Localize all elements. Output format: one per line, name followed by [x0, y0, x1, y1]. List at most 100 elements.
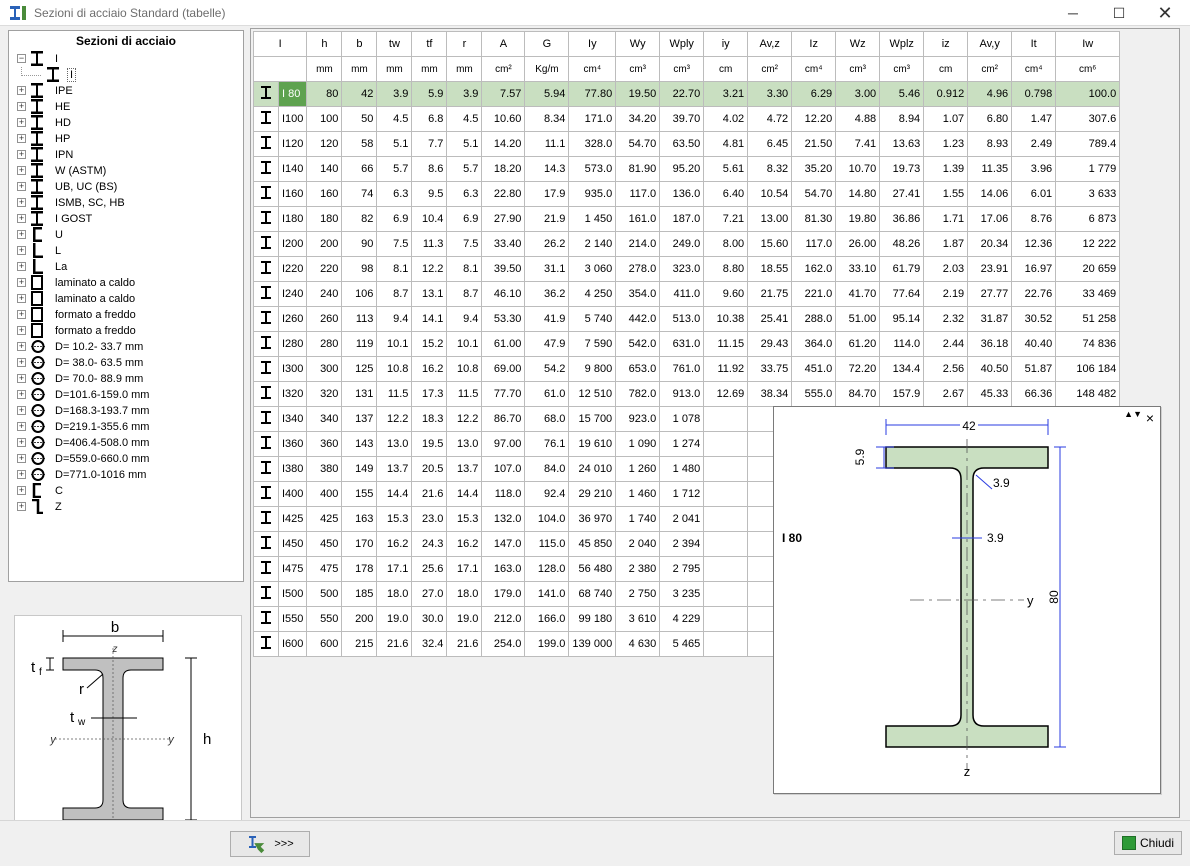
- tree-item[interactable]: + formato a freddo: [9, 323, 239, 339]
- section-name-cell[interactable]: I100: [277, 106, 308, 132]
- column-header[interactable]: iy: [703, 31, 749, 57]
- tree-item[interactable]: + IPN: [9, 147, 239, 163]
- tree-item[interactable]: + U: [9, 227, 239, 243]
- section-name-cell[interactable]: I500: [277, 581, 308, 607]
- column-header[interactable]: Iy: [568, 31, 617, 57]
- section-name-cell[interactable]: I300: [277, 356, 308, 382]
- tree-item[interactable]: + D=771.0-1016 mm: [9, 467, 239, 483]
- chiudi-button[interactable]: Chiudi: [1114, 831, 1182, 855]
- expand-icon[interactable]: +: [17, 422, 26, 431]
- tree-item[interactable]: + ISMB, SC, HB: [9, 195, 239, 211]
- column-header[interactable]: It: [1011, 31, 1057, 57]
- tree-item[interactable]: + L: [9, 243, 239, 259]
- column-header[interactable]: Iz: [791, 31, 837, 57]
- expand-icon[interactable]: +: [17, 118, 26, 127]
- tree-item[interactable]: + HP: [9, 131, 239, 147]
- insert-section-button[interactable]: >>>: [230, 831, 310, 857]
- expand-icon[interactable]: +: [17, 230, 26, 239]
- section-name-cell[interactable]: I425: [277, 506, 308, 532]
- table-row[interactable]: I220 220 98 8.1 12.2 8.1 39.50 31.1 3 060 278.0 32…: [253, 256, 1121, 282]
- section-name-cell[interactable]: I 80: [277, 81, 308, 107]
- section-name-cell[interactable]: I600: [277, 631, 308, 657]
- section-name-cell[interactable]: I200: [277, 231, 308, 257]
- expand-icon[interactable]: +: [17, 358, 26, 367]
- expand-icon[interactable]: +: [17, 182, 26, 191]
- tree-item[interactable]: + La: [9, 259, 239, 275]
- table-row[interactable]: I140 140 66 5.7 8.6 5.7 18.20 14.3 573.0 81.90 95.…: [253, 156, 1121, 182]
- expand-icon[interactable]: +: [17, 150, 26, 159]
- expand-icon[interactable]: +: [17, 342, 26, 351]
- column-header[interactable]: h: [306, 31, 343, 57]
- expand-icon[interactable]: +: [17, 438, 26, 447]
- tree-item[interactable]: + formato a freddo: [9, 307, 239, 323]
- expand-icon[interactable]: +: [17, 294, 26, 303]
- tree-item[interactable]: + D=406.4-508.0 mm: [9, 435, 239, 451]
- expand-icon[interactable]: +: [17, 214, 26, 223]
- expand-icon[interactable]: +: [17, 86, 26, 95]
- column-header[interactable]: A: [481, 31, 526, 57]
- table-row[interactable]: I320 320 131 11.5 17.3 11.5 77.70 61.0 12 510 782…: [253, 381, 1121, 407]
- section-name-cell[interactable]: I140: [277, 156, 308, 182]
- section-name-cell[interactable]: I340: [277, 406, 308, 432]
- table-row[interactable]: I160 160 74 6.3 9.5 6.3 22.80 17.9 935.0 117.0 136…: [253, 181, 1121, 207]
- tree-item[interactable]: + D=559.0-660.0 mm: [9, 451, 239, 467]
- expand-icon[interactable]: +: [17, 134, 26, 143]
- tree-item[interactable]: + D= 10.2- 33.7 mm: [9, 339, 239, 355]
- expand-icon[interactable]: +: [17, 374, 26, 383]
- column-header[interactable]: Av,y: [967, 31, 1013, 57]
- window-close-button[interactable]: ✕: [1142, 0, 1188, 26]
- expand-icon[interactable]: +: [17, 198, 26, 207]
- expand-icon[interactable]: +: [17, 102, 26, 111]
- tree-item[interactable]: + UB, UC (BS): [9, 179, 239, 195]
- section-name-cell[interactable]: I360: [277, 431, 308, 457]
- column-header[interactable]: tw: [376, 31, 413, 57]
- expand-icon[interactable]: +: [17, 470, 26, 479]
- column-header[interactable]: Wy: [615, 31, 661, 57]
- column-header[interactable]: b: [341, 31, 378, 57]
- table-row[interactable]: I240 240 106 8.7 13.1 8.7 46.10 36.2 4 250 354.0 4…: [253, 281, 1121, 307]
- minimize-button[interactable]: ─: [1050, 0, 1096, 26]
- expand-icon[interactable]: +: [17, 454, 26, 463]
- tree-item[interactable]: + I GOST: [9, 211, 239, 227]
- expand-icon[interactable]: +: [17, 246, 26, 255]
- column-header[interactable]: Wz: [835, 31, 881, 57]
- section-name-cell[interactable]: I280: [277, 331, 308, 357]
- collapse-icon[interactable]: −: [17, 54, 26, 63]
- expand-icon[interactable]: +: [17, 262, 26, 271]
- column-header[interactable]: I: [252, 31, 308, 57]
- section-name-cell[interactable]: I320: [277, 381, 308, 407]
- table-row[interactable]: I200 200 90 7.5 11.3 7.5 33.40 26.2 2 140 214.0 24…: [253, 231, 1121, 257]
- section-name-cell[interactable]: I220: [277, 256, 308, 282]
- table-row[interactable]: I180 180 82 6.9 10.4 6.9 27.90 21.9 1 450 161.0 18…: [253, 206, 1121, 232]
- table-row[interactable]: I280 280 119 10.1 15.2 10.1 61.00 47.9 7 590 542.…: [253, 331, 1121, 357]
- tree-item[interactable]: + HE: [9, 99, 239, 115]
- tree-item[interactable]: + Z: [9, 498, 239, 515]
- tree-item[interactable]: + D= 70.0- 88.9 mm: [9, 371, 239, 387]
- expand-icon[interactable]: +: [17, 406, 26, 415]
- tree-item[interactable]: + HD: [9, 115, 239, 131]
- tree-item[interactable]: + D=101.6-159.0 mm: [9, 387, 239, 403]
- column-header[interactable]: iz: [923, 31, 969, 57]
- column-header[interactable]: Iw: [1055, 31, 1121, 57]
- table-row[interactable]: I 80 80 42 3.9 5.9 3.9 7.57 5.94 77.80 19.50 22.70…: [253, 81, 1121, 107]
- section-name-cell[interactable]: I475: [277, 556, 308, 582]
- tree-item[interactable]: + D=168.3-193.7 mm: [9, 403, 239, 419]
- column-header[interactable]: G: [524, 31, 570, 57]
- expand-icon[interactable]: +: [17, 486, 26, 495]
- section-name-cell[interactable]: I550: [277, 606, 308, 632]
- column-header[interactable]: Wplz: [879, 31, 925, 57]
- section-name-cell[interactable]: I400: [277, 481, 308, 507]
- table-row[interactable]: I260 260 113 9.4 14.1 9.4 53.30 41.9 5 740 442.0 5…: [253, 306, 1121, 332]
- expand-icon[interactable]: +: [17, 390, 26, 399]
- tree-item[interactable]: + IPE: [9, 83, 239, 99]
- column-header[interactable]: Wply: [659, 31, 705, 57]
- table-row[interactable]: I120 120 58 5.1 7.7 5.1 14.20 11.1 328.0 54.70 63.…: [253, 131, 1121, 157]
- expand-icon[interactable]: +: [17, 278, 26, 287]
- expand-icon[interactable]: +: [17, 326, 26, 335]
- column-header[interactable]: Av,z: [747, 31, 793, 57]
- section-name-cell[interactable]: I380: [277, 456, 308, 482]
- expand-icon[interactable]: +: [17, 502, 26, 511]
- column-header[interactable]: r: [446, 31, 483, 57]
- section-name-cell[interactable]: I120: [277, 131, 308, 157]
- tree-item[interactable]: + D= 38.0- 63.5 mm: [9, 355, 239, 371]
